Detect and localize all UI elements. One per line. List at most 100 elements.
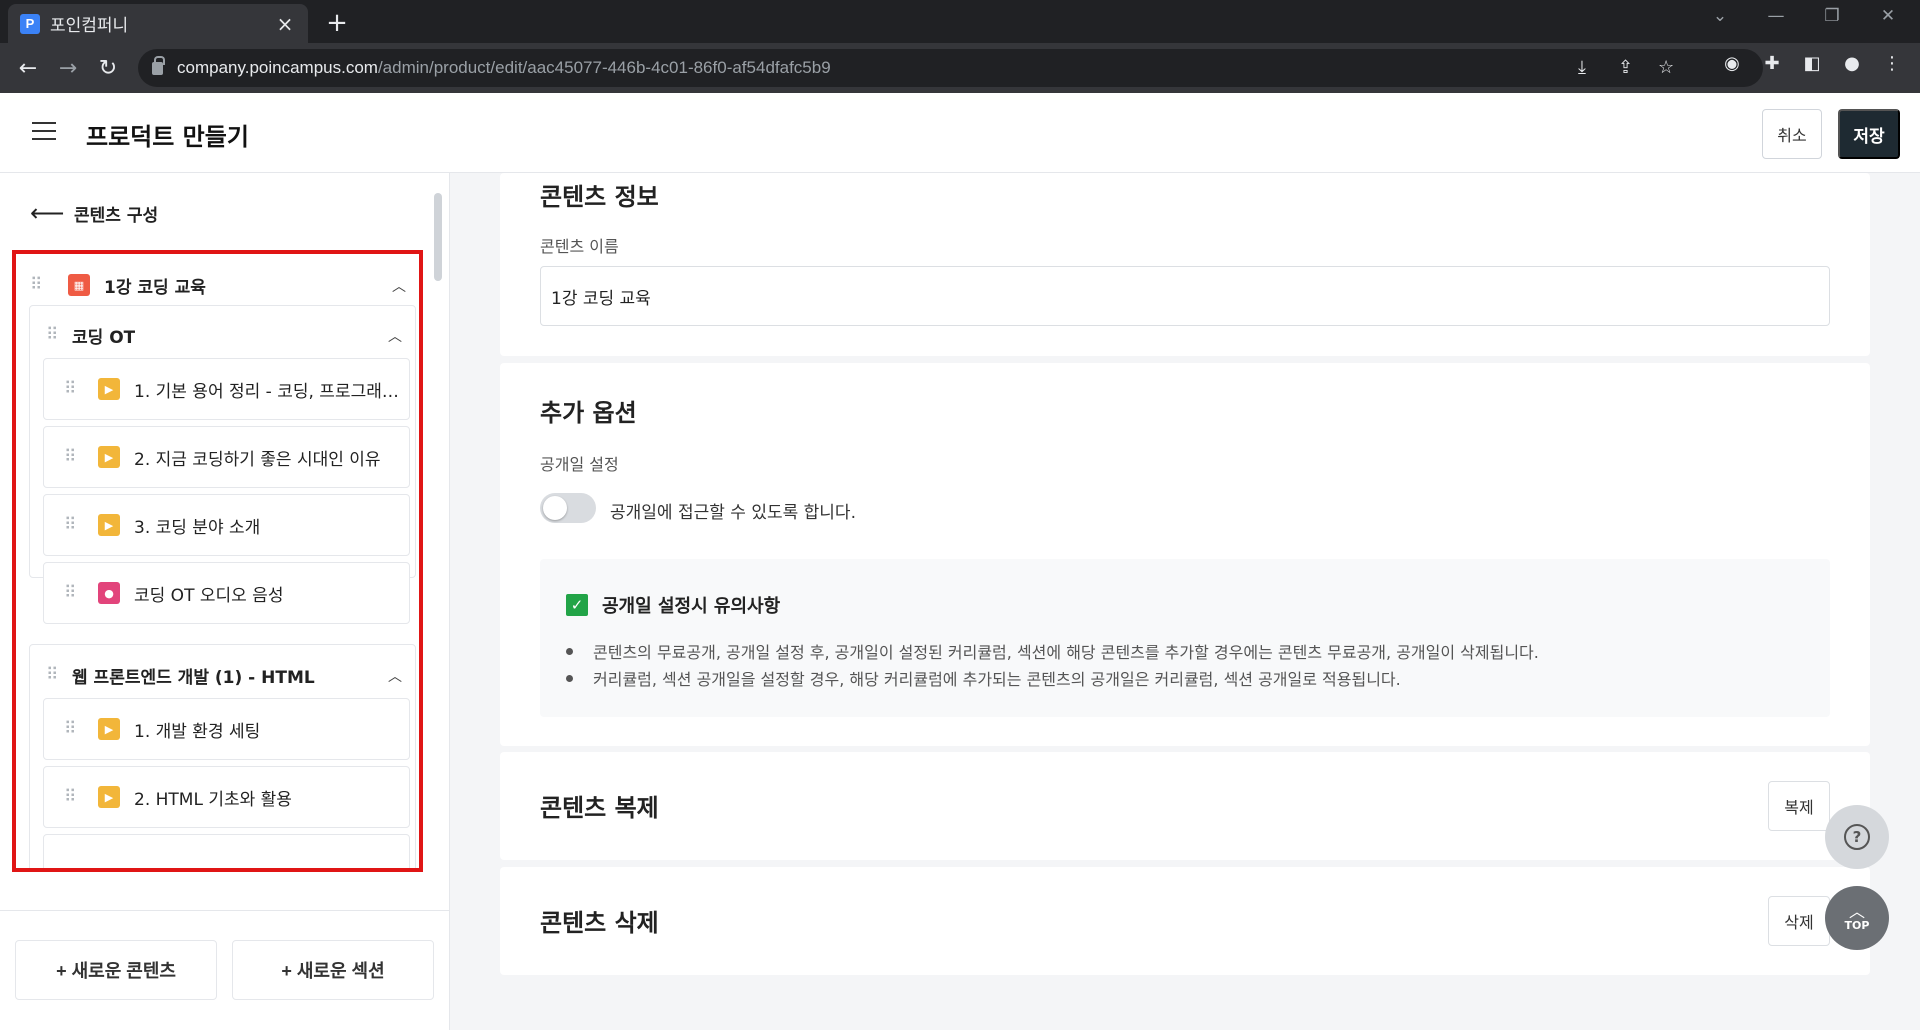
video-play-icon: ▶: [98, 786, 120, 808]
section-label: 코딩 OT: [72, 327, 136, 348]
save-button[interactable]: 저장: [1838, 109, 1900, 159]
top-label: TOP: [1844, 918, 1870, 932]
check-icon: ✓: [566, 594, 588, 616]
drag-handle-icon[interactable]: ⠿: [64, 719, 86, 739]
notice-text: 콘텐츠의 무료공개, 공개일 설정 후, 공개일이 설정된 커리큘럼, 섹션에 …: [593, 643, 1539, 662]
delete-button[interactable]: 삭제: [1768, 896, 1830, 946]
drag-handle-icon[interactable]: ⠿: [64, 379, 86, 399]
content-structure-sidebar: ⟵ 콘텐츠 구성 ⠿ ▦ 1강 코딩 교육 ︿ ⠿ 코딩 OT ︿ ⠿ ▶ 1.…: [0, 173, 450, 1030]
camera-extension-icon[interactable]: ◉: [1718, 53, 1746, 74]
duplicate-button[interactable]: 복제: [1768, 781, 1830, 831]
video-play-icon: ▶: [98, 378, 120, 400]
list-item[interactable]: ⠿ ▶ 3. 코딩 분야 소개: [43, 494, 410, 556]
content-name-label: 콘텐츠 이름: [540, 237, 619, 256]
tree-course-row[interactable]: ⠿ ▦ 1강 코딩 교육 ︿: [30, 270, 410, 300]
course-label: 1강 코딩 교육: [104, 277, 206, 298]
list-item[interactable]: ⠿ ● 코딩 OT 오디오 음성: [43, 562, 410, 624]
list-item[interactable]: ⠿ ▶ 2. 지금 코딩하기 좋은 시대인 이유: [43, 426, 410, 488]
item-label: 2. HTML 기초와 활용: [134, 789, 292, 810]
bookmark-star-icon[interactable]: ☆: [1658, 57, 1674, 78]
new-content-button[interactable]: + 새로운 콘텐츠: [15, 940, 217, 1000]
new-section-button[interactable]: + 새로운 섹션: [232, 940, 434, 1000]
content-tree: ⠿ ▦ 1강 코딩 교육 ︿ ⠿ 코딩 OT ︿ ⠿ ▶ 1. 기본 용어 정리…: [12, 250, 423, 872]
item-label: 1. 기본 용어 정리 - 코딩, 프로그래밍...: [134, 381, 399, 402]
drag-handle-icon[interactable]: ⠿: [46, 665, 68, 685]
share-icon[interactable]: ⇪: [1618, 57, 1633, 78]
cancel-button[interactable]: 취소: [1762, 109, 1822, 159]
browser-tab[interactable]: P 포인컴퍼니 ×: [8, 4, 308, 43]
extra-options-card: 추가 옵션 공개일 설정 공개일에 접근할 수 있도록 합니다. ✓ 공개일 설…: [500, 363, 1870, 746]
sidebar-title: 콘텐츠 구성: [74, 205, 159, 226]
profile-icon[interactable]: ●: [1838, 53, 1866, 74]
notice-item: 커리큘럼, 섹션 공개일을 설정할 경우, 해당 커리큘럼에 추가되는 콘텐츠의…: [566, 666, 1401, 690]
side-panel-icon[interactable]: ◧: [1798, 53, 1826, 74]
content-info-title: 콘텐츠 정보: [540, 183, 659, 211]
list-item[interactable]: ⠿ ▶ 1. 기본 용어 정리 - 코딩, 프로그래밍...: [43, 358, 410, 420]
release-date-label: 공개일 설정: [540, 455, 619, 474]
browser-toolbar: ← → ↻ company.poincampus.com/admin/produ…: [0, 43, 1920, 93]
toggle-label: 공개일에 접근할 수 있도록 합니다.: [610, 503, 856, 523]
drag-handle-icon[interactable]: ⠿: [64, 447, 86, 467]
new-tab-button[interactable]: +: [320, 8, 354, 38]
extra-options-title: 추가 옵션: [540, 399, 637, 427]
chevron-up-icon: ︿: [1848, 901, 1865, 921]
install-icon[interactable]: ⤓: [1578, 57, 1586, 78]
scroll-top-button[interactable]: ︿ TOP: [1825, 886, 1889, 950]
duplicate-title: 콘텐츠 복제: [540, 794, 659, 822]
chevron-up-icon[interactable]: ︿: [388, 326, 402, 346]
minimize-icon[interactable]: —: [1756, 6, 1796, 26]
delete-card: 콘텐츠 삭제 삭제: [500, 867, 1870, 975]
content-info-card: 콘텐츠 정보 콘텐츠 이름 1강 코딩 교육: [500, 173, 1870, 356]
item-label: 2. 지금 코딩하기 좋은 시대인 이유: [134, 449, 381, 470]
drag-handle-icon[interactable]: ⠿: [64, 515, 86, 535]
notice-item: 콘텐츠의 무료공개, 공개일 설정 후, 공개일이 설정된 커리큘럼, 섹션에 …: [566, 639, 1539, 663]
course-grid-icon: ▦: [68, 274, 90, 296]
question-icon: ?: [1844, 824, 1870, 850]
video-play-icon: ▶: [98, 446, 120, 468]
back-to-structure[interactable]: ⟵ 콘텐츠 구성: [30, 199, 158, 227]
list-item[interactable]: ⠿ ▶ 2. HTML 기초와 활용: [43, 766, 410, 828]
sidebar-scrollbar[interactable]: [434, 193, 442, 281]
section-row[interactable]: ⠿ 웹 프론트엔드 개발 (1) - HTML ︿: [46, 660, 406, 690]
page-title: 프로덕트 만들기: [86, 123, 249, 151]
microphone-icon: ●: [98, 582, 120, 604]
release-notice-box: ✓ 공개일 설정시 유의사항 콘텐츠의 무료공개, 공개일 설정 후, 공개일이…: [540, 559, 1830, 717]
chevron-up-icon[interactable]: ︿: [392, 276, 406, 296]
reload-icon[interactable]: ↻: [88, 56, 128, 81]
menu-kebab-icon[interactable]: ⋮: [1878, 53, 1906, 74]
bullet-icon: [566, 647, 573, 655]
drag-handle-icon[interactable]: ⠿: [64, 787, 86, 807]
restore-icon[interactable]: ❐: [1812, 6, 1852, 26]
duplicate-card: 콘텐츠 복제 복제: [500, 752, 1870, 860]
browser-tab-bar: P 포인컴퍼니 × + ⌄ — ❐ ✕: [0, 0, 1920, 43]
extensions-puzzle-icon[interactable]: ✚: [1758, 53, 1786, 74]
release-date-toggle[interactable]: [540, 493, 596, 523]
item-label: 1. 개발 환경 세팅: [134, 721, 261, 742]
tab-search-icon[interactable]: ⌄: [1700, 6, 1740, 26]
address-bar[interactable]: company.poincampus.com/admin/product/edi…: [138, 49, 1763, 87]
item-label: 3. 코딩 분야 소개: [134, 517, 261, 538]
close-window-icon[interactable]: ✕: [1868, 6, 1908, 26]
forward-icon[interactable]: →: [48, 56, 88, 81]
drag-handle-icon[interactable]: ⠿: [46, 325, 68, 345]
back-icon[interactable]: ←: [8, 56, 48, 81]
delete-title: 콘텐츠 삭제: [540, 909, 659, 937]
hamburger-menu-icon[interactable]: [32, 122, 56, 142]
lock-icon[interactable]: [152, 55, 165, 75]
help-button[interactable]: ?: [1825, 805, 1889, 869]
close-tab-icon[interactable]: ×: [274, 12, 296, 36]
list-item[interactable]: [43, 834, 410, 868]
arrow-left-icon[interactable]: ⟵: [30, 199, 64, 227]
toggle-knob: [543, 496, 567, 520]
favicon-icon: P: [20, 13, 40, 34]
drag-handle-icon[interactable]: ⠿: [30, 275, 52, 295]
item-label: 코딩 OT 오디오 음성: [134, 585, 284, 606]
tab-title: 포인컴퍼니: [50, 16, 129, 36]
chevron-up-icon[interactable]: ︿: [388, 666, 402, 686]
section-row[interactable]: ⠿ 코딩 OT ︿: [46, 320, 406, 350]
drag-handle-icon[interactable]: ⠿: [64, 583, 86, 603]
content-name-input[interactable]: 1강 코딩 교육: [540, 266, 1830, 326]
notice-text: 커리큘럼, 섹션 공개일을 설정할 경우, 해당 커리큘럼에 추가되는 콘텐츠의…: [593, 670, 1401, 689]
list-item[interactable]: ⠿ ▶ 1. 개발 환경 세팅: [43, 698, 410, 760]
video-play-icon: ▶: [98, 514, 120, 536]
